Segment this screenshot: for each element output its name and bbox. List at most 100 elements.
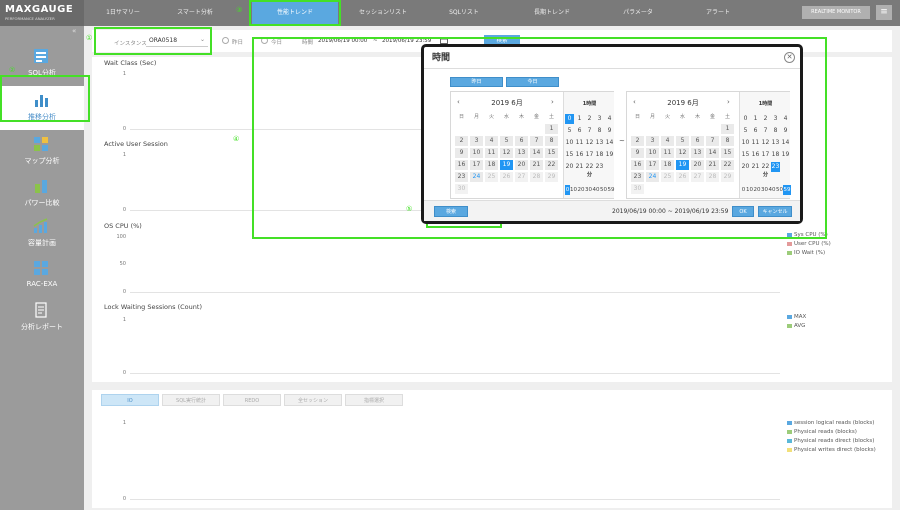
hour-option[interactable]: 0 — [565, 114, 574, 124]
hour-option[interactable]: 10 — [741, 138, 750, 148]
calendar-day[interactable]: 3 — [646, 136, 659, 146]
tab-session-list[interactable]: セッションリスト — [352, 0, 414, 26]
menu-icon[interactable]: ≡ — [876, 5, 892, 20]
close-icon[interactable]: ✕ — [784, 52, 795, 63]
calendar-day[interactable]: 12 — [676, 148, 689, 158]
calendar-day[interactable]: 13 — [691, 148, 704, 158]
hour-option[interactable]: 19 — [605, 150, 614, 160]
hour-option[interactable]: 2 — [761, 114, 770, 124]
hour-option[interactable]: 2 — [585, 114, 594, 124]
calendar-day[interactable]: 29 — [545, 172, 558, 182]
hour-option[interactable]: 6 — [751, 126, 760, 136]
sidebar-item-capacity-plan[interactable]: 容量計画 — [0, 212, 84, 256]
hour-option[interactable]: 16 — [751, 150, 760, 160]
cancel-button[interactable]: キャンセル — [758, 206, 792, 217]
hour-option[interactable]: 5 — [565, 126, 574, 136]
hour-option[interactable]: 7 — [585, 126, 594, 136]
hour-option[interactable]: 3 — [771, 114, 780, 124]
calendar-day[interactable]: 27 — [691, 172, 704, 182]
calendar-day[interactable]: 11 — [661, 148, 674, 158]
calendar-day[interactable]: 16 — [631, 160, 644, 170]
hour-option[interactable]: 8 — [595, 126, 604, 136]
hour-option[interactable]: 15 — [565, 150, 574, 160]
calendar-day[interactable]: 6 — [691, 136, 704, 146]
hour-option[interactable]: 9 — [605, 126, 614, 136]
hour-option[interactable]: 19 — [781, 150, 790, 160]
calendar-day[interactable]: 1 — [545, 124, 558, 134]
calendar-day[interactable]: 29 — [721, 172, 734, 182]
calendar-day[interactable]: 27 — [515, 172, 528, 182]
calendar-day[interactable]: 18 — [661, 160, 674, 170]
sidebar-item-map-analysis[interactable]: マップ分析 — [0, 130, 84, 174]
calendar-day[interactable]: 4 — [485, 136, 498, 146]
calendar-day[interactable]: 24 — [646, 172, 659, 182]
calendar-day[interactable]: 15 — [721, 148, 734, 158]
hour-option[interactable]: 11 — [575, 138, 584, 148]
calendar-day[interactable]: 10 — [646, 148, 659, 158]
tab-alert[interactable]: アラート — [688, 0, 748, 26]
calendar-day[interactable]: 15 — [545, 148, 558, 158]
calendar-day[interactable]: 19 — [500, 160, 513, 170]
dialog-search-button[interactable]: 検索 — [434, 206, 468, 217]
calendar-day[interactable]: 24 — [470, 172, 483, 182]
calendar-day[interactable]: 17 — [646, 160, 659, 170]
calendar-day[interactable]: 3 — [470, 136, 483, 146]
calendar-day[interactable]: 8 — [721, 136, 734, 146]
calendar-day[interactable]: 28 — [706, 172, 719, 182]
hour-option[interactable]: 12 — [761, 138, 770, 148]
calendar-day[interactable]: 28 — [530, 172, 543, 182]
realtime-monitor-button[interactable]: REALTIME MONITOR — [802, 6, 870, 19]
calendar-day[interactable]: 7 — [530, 136, 543, 146]
collapse-sidebar-icon[interactable]: « — [72, 27, 76, 35]
hour-option[interactable]: 9 — [781, 126, 790, 136]
calendar-day[interactable]: 26 — [500, 172, 513, 182]
hour-option[interactable]: 13 — [595, 138, 604, 148]
calendar-day[interactable]: 23 — [631, 172, 644, 182]
calendar-day[interactable]: 20 — [691, 160, 704, 170]
calendar-day[interactable]: 5 — [676, 136, 689, 146]
hour-option[interactable]: 14 — [781, 138, 790, 148]
sidebar-item-analysis-report[interactable]: 分析レポート — [0, 296, 84, 340]
hour-option[interactable]: 12 — [585, 138, 594, 148]
calendar-day[interactable]: 12 — [500, 148, 513, 158]
sidebar-item-rac-exa[interactable]: RAC-EXA — [0, 254, 84, 298]
tab-select-metrics[interactable]: 指標選択 — [345, 394, 403, 406]
hour-option[interactable]: 10 — [565, 138, 574, 148]
ok-button[interactable]: OK — [732, 206, 754, 217]
hour-option[interactable]: 4 — [605, 114, 614, 124]
calendar-day[interactable]: 14 — [530, 148, 543, 158]
calendar-day[interactable]: 18 — [485, 160, 498, 170]
calendar-day[interactable]: 16 — [455, 160, 468, 170]
yesterday-radio[interactable] — [222, 37, 229, 44]
calendar-day[interactable]: 6 — [515, 136, 528, 146]
calendar-day[interactable]: 25 — [485, 172, 498, 182]
tab-redo[interactable]: REDO — [223, 394, 281, 406]
calendar-day[interactable]: 30 — [455, 184, 468, 194]
hour-option[interactable]: 4 — [781, 114, 790, 124]
tab-sql-exec-stats[interactable]: SQL実行統計 — [162, 394, 220, 406]
calendar-day[interactable]: 9 — [631, 148, 644, 158]
hour-option[interactable]: 3 — [595, 114, 604, 124]
hour-option[interactable]: 6 — [575, 126, 584, 136]
tab-long-term-trend[interactable]: 長期トレンド — [522, 0, 582, 26]
calendar-day[interactable]: 2 — [631, 136, 644, 146]
hour-option[interactable]: 13 — [771, 138, 780, 148]
calendar-day[interactable]: 22 — [721, 160, 734, 170]
calendar-day[interactable]: 30 — [631, 184, 644, 194]
calendar-day[interactable]: 1 — [721, 124, 734, 134]
hour-option[interactable]: 14 — [605, 138, 614, 148]
tab-smart-analysis[interactable]: スマート分析 — [164, 0, 226, 26]
quick-today-button[interactable]: 今日 — [506, 77, 559, 87]
calendar-day[interactable]: 8 — [545, 136, 558, 146]
quick-yesterday-button[interactable]: 昨日 — [450, 77, 503, 87]
hour-option[interactable]: 8 — [771, 126, 780, 136]
calendar-day[interactable]: 17 — [470, 160, 483, 170]
hour-option[interactable]: 16 — [575, 150, 584, 160]
calendar-day[interactable]: 19 — [676, 160, 689, 170]
calendar-day[interactable]: 21 — [706, 160, 719, 170]
tab-all-sessions[interactable]: 全セッション — [284, 394, 342, 406]
hour-option[interactable]: 1 — [751, 114, 760, 124]
hour-option[interactable]: 18 — [595, 150, 604, 160]
sidebar-item-power-compare[interactable]: パワー比較 — [0, 172, 84, 216]
calendar-day[interactable]: 11 — [485, 148, 498, 158]
